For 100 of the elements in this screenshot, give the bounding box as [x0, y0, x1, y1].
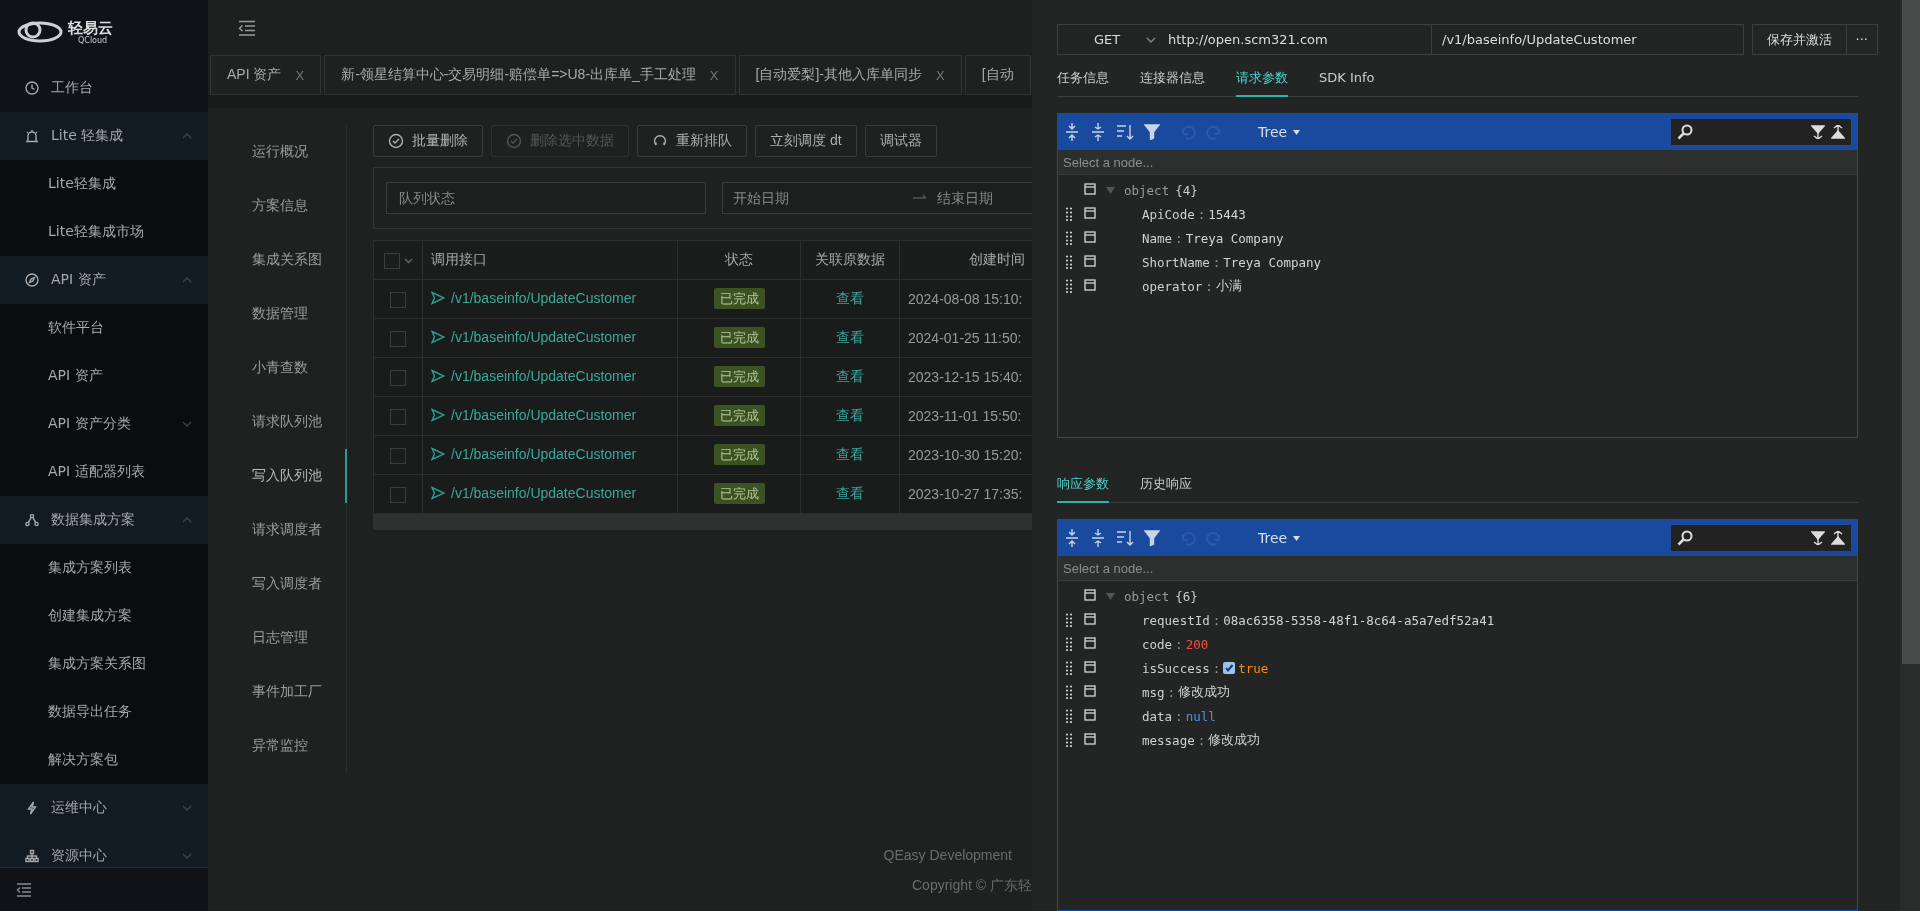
field-value[interactable]: 200: [1185, 636, 1209, 652]
expand-all-button[interactable]: [1064, 122, 1080, 142]
submenu-item[interactable]: 创建集成方案: [0, 592, 208, 640]
collapse-all-button[interactable]: [1090, 122, 1106, 142]
root-node[interactable]: object: [1124, 182, 1170, 198]
mode-dropdown[interactable]: Tree: [1252, 529, 1307, 547]
row-checkbox[interactable]: [390, 291, 406, 308]
search-field[interactable]: [1671, 119, 1851, 145]
tab[interactable]: SDK Info: [1319, 60, 1375, 97]
menu-group[interactable]: 数据集成方案: [0, 496, 208, 544]
view-link[interactable]: 查看: [836, 485, 864, 501]
field-value[interactable]: 15443: [1208, 206, 1246, 222]
tab[interactable]: 连接器信息: [1140, 60, 1205, 97]
menu-group[interactable]: Lite 轻集成: [0, 112, 208, 160]
end-date-input[interactable]: 结束日期: [935, 189, 1032, 207]
submenu-item[interactable]: 软件平台: [0, 304, 208, 352]
close-tab-button[interactable]: X: [709, 67, 719, 83]
toolbar-button[interactable]: 批量删除: [373, 125, 483, 157]
status-select[interactable]: 队列状态: [386, 182, 706, 214]
submenu-item[interactable]: 集成方案列表: [0, 544, 208, 592]
field-key[interactable]: isSuccess: [1142, 660, 1210, 676]
menu-item[interactable]: 工作台: [0, 64, 208, 112]
date-range-field[interactable]: 开始日期 结束日期: [722, 182, 1032, 214]
field-value[interactable]: Treya Company: [1185, 230, 1284, 246]
submenu-item[interactable]: 解决方案包: [0, 736, 208, 784]
field-key[interactable]: ApiCode: [1142, 206, 1195, 222]
field-key[interactable]: requestId: [1142, 612, 1210, 628]
field-value[interactable]: Treya Company: [1223, 254, 1322, 270]
submenu-item[interactable]: 集成方案关系图: [0, 640, 208, 688]
tab[interactable]: 任务信息: [1057, 60, 1109, 97]
tab[interactable]: 响应参数: [1057, 466, 1109, 503]
toolbar-button[interactable]: 调试器: [864, 125, 937, 157]
field-key[interactable]: msg: [1142, 684, 1165, 700]
select-all-checkbox[interactable]: [383, 252, 400, 269]
view-link[interactable]: 查看: [836, 329, 864, 345]
expand-all-button[interactable]: [1064, 528, 1080, 548]
field-value[interactable]: true: [1238, 660, 1269, 676]
field-value[interactable]: null: [1185, 708, 1216, 724]
submenu-item[interactable]: Lite轻集成市场: [0, 208, 208, 256]
submenu-item[interactable]: API 资产: [0, 352, 208, 400]
submenu-item[interactable]: 数据导出任务: [0, 688, 208, 736]
field-value[interactable]: 08ac6358-5358-48f1-8c64-a5a7edf52a41: [1223, 612, 1495, 628]
row-checkbox[interactable]: [390, 408, 406, 425]
search-field[interactable]: [1671, 525, 1851, 551]
tab[interactable]: 历史响应: [1140, 466, 1192, 503]
nav-item[interactable]: 写入队列池: [208, 449, 347, 503]
filter-button[interactable]: [1144, 530, 1160, 546]
field-value[interactable]: 小满: [1215, 277, 1242, 295]
nav-item[interactable]: 日志管理: [208, 611, 347, 665]
collapse-menu-button[interactable]: [16, 882, 32, 897]
row-checkbox[interactable]: [390, 447, 406, 464]
nav-item[interactable]: 数据管理: [208, 287, 347, 341]
sort-button[interactable]: [1116, 529, 1134, 547]
view-link[interactable]: 查看: [836, 290, 864, 306]
submenu-item[interactable]: Lite轻集成: [0, 160, 208, 208]
menu-group[interactable]: API 资产: [0, 256, 208, 304]
method-select[interactable]: GET: [1058, 25, 1168, 54]
field-key[interactable]: ShortName: [1142, 254, 1210, 270]
page-tab[interactable]: [自动: [964, 55, 1031, 95]
field-key[interactable]: code: [1142, 636, 1173, 652]
nav-item[interactable]: 请求调度者: [208, 503, 347, 557]
nav-item[interactable]: 异常监控: [208, 719, 347, 773]
page-tab[interactable]: [自动爱梨]-其他入库单同步 X: [738, 55, 962, 95]
view-link[interactable]: 查看: [836, 407, 864, 423]
field-key[interactable]: Name: [1142, 230, 1173, 246]
toolbar-button[interactable]: 立刻调度 dt: [755, 125, 857, 157]
field-value[interactable]: 修改成功: [1178, 683, 1231, 701]
nav-item[interactable]: 写入调度者: [208, 557, 347, 611]
page-tab[interactable]: API 资产 X: [210, 55, 322, 95]
filter-button[interactable]: [1144, 124, 1160, 140]
row-checkbox[interactable]: [390, 369, 406, 386]
collapse-all-button[interactable]: [1090, 528, 1106, 548]
nav-item[interactable]: 请求队列池: [208, 395, 347, 449]
toolbar-button[interactable]: 重新排队: [637, 125, 747, 157]
row-checkbox[interactable]: [390, 330, 406, 347]
close-tab-button[interactable]: X: [935, 67, 945, 83]
field-key[interactable]: data: [1142, 708, 1173, 724]
view-link[interactable]: 查看: [836, 368, 864, 384]
root-node[interactable]: object: [1124, 588, 1170, 604]
nav-item[interactable]: 集成关系图: [208, 233, 347, 287]
row-checkbox[interactable]: [390, 486, 406, 503]
view-link[interactable]: 查看: [836, 446, 864, 462]
boolean-checkbox[interactable]: [1223, 662, 1236, 674]
submenu-item[interactable]: API 资产分类: [0, 400, 208, 448]
tab[interactable]: 请求参数: [1236, 60, 1288, 97]
menu-group[interactable]: 资源中心: [0, 832, 208, 867]
menu-group[interactable]: 运维中心: [0, 784, 208, 832]
nav-item[interactable]: 方案信息: [208, 179, 347, 233]
field-value[interactable]: 修改成功: [1208, 731, 1261, 749]
start-date-input[interactable]: 开始日期: [723, 189, 905, 207]
field-key[interactable]: message: [1142, 732, 1195, 748]
sort-button[interactable]: [1116, 123, 1134, 141]
nav-item[interactable]: 事件加工厂: [208, 665, 347, 719]
nav-item[interactable]: 小青查数: [208, 341, 347, 395]
field-key[interactable]: operator: [1142, 278, 1203, 294]
base-url-field[interactable]: http://open.scm321.com: [1168, 25, 1432, 54]
scrollbar-thumb[interactable]: [1902, 0, 1920, 664]
path-field[interactable]: /v1/baseinfo/UpdateCustomer: [1432, 25, 1743, 54]
submenu-item[interactable]: API 适配器列表: [0, 448, 208, 496]
page-tab[interactable]: 新-领星结算中心-交易明细-赔偿单=>U8-出库单_手工处理 X: [324, 55, 736, 95]
